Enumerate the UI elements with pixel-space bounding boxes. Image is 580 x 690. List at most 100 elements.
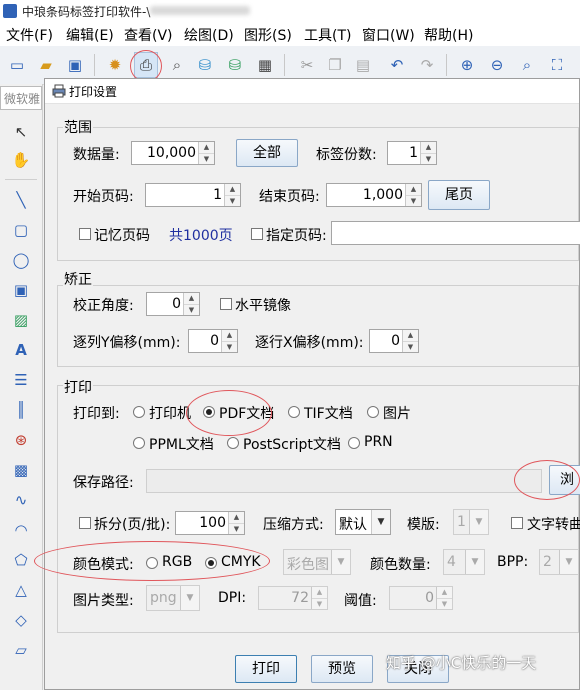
ellipse-icon[interactable]: ◯ <box>9 248 33 272</box>
compress-select[interactable]: 默认 ▼ <box>335 509 391 535</box>
radio-postscript-label: PostScript文档 <box>243 437 341 453</box>
gear-icon[interactable]: ✹ <box>106 56 124 74</box>
split-spinner[interactable]: 100 ▲ ▼ <box>175 511 245 535</box>
menu-file[interactable]: 文件(F) <box>6 25 53 45</box>
mirror-label: 水平镜像 <box>235 298 291 314</box>
copies-spinner[interactable]: 1 ▲ ▼ <box>387 141 437 165</box>
spinner-arrows[interactable]: ▲ ▼ <box>436 587 452 609</box>
qrcode-icon[interactable]: ⊛ <box>9 428 33 452</box>
specify-page-label: 指定页码: <box>266 228 327 244</box>
save-path-input[interactable] <box>146 469 542 493</box>
database-icon[interactable]: ⛁ <box>196 56 214 74</box>
radio-ppml-label: PPML文档 <box>149 437 214 453</box>
angle-spinner[interactable]: 0 ▲ ▼ <box>146 292 200 316</box>
color-count-select[interactable]: 4 ▼ <box>443 549 485 575</box>
diamond-icon[interactable]: ◇ <box>9 608 33 632</box>
image-type-value: png <box>150 590 177 606</box>
radio-tif[interactable] <box>288 406 300 418</box>
parallelogram-icon[interactable]: ▱ <box>9 638 33 662</box>
curve-icon[interactable]: ∿ <box>9 488 33 512</box>
x-offset-spinner[interactable]: 0 ▲ ▼ <box>369 329 419 353</box>
fullscreen-icon[interactable]: ⛶ <box>548 56 566 74</box>
zoom-fit-icon[interactable]: ⌕ <box>518 56 536 74</box>
radio-pdf[interactable] <box>203 406 215 418</box>
spinner-arrows[interactable]: ▲ ▼ <box>420 142 436 164</box>
barcode-icon[interactable]: ║ <box>9 398 33 422</box>
copy-icon[interactable]: ❐ <box>326 56 344 74</box>
pan-icon[interactable]: ✋ <box>9 148 33 172</box>
start-page-spinner[interactable]: 1 ▲ ▼ <box>145 183 241 207</box>
dpi-spinner[interactable]: 72 ▲ ▼ <box>258 586 328 610</box>
menu-edit[interactable]: 编辑(E) <box>66 25 114 45</box>
remember-page-checkbox[interactable] <box>79 228 91 240</box>
text-icon[interactable]: A <box>9 338 33 362</box>
datamatrix-icon[interactable]: ▩ <box>9 458 33 482</box>
paste-icon[interactable]: ▤ <box>354 56 372 74</box>
polygon-icon[interactable]: ⬠ <box>9 548 33 572</box>
app-title: 中琅条码标签打印软件-\ <box>22 5 151 19</box>
undo-icon[interactable]: ↶ <box>388 56 406 74</box>
print-button[interactable]: 打印 <box>235 655 297 683</box>
specify-page-checkbox[interactable] <box>251 228 263 240</box>
template-select[interactable]: 1 ▼ <box>453 509 489 535</box>
arc-icon[interactable]: ◠ <box>9 518 33 542</box>
grid-icon[interactable]: ▦ <box>256 56 274 74</box>
bpp-select[interactable]: 2 ▼ <box>539 549 579 575</box>
menu-tools[interactable]: 工具(T) <box>304 25 351 45</box>
line-icon[interactable]: ╲ <box>9 188 33 212</box>
all-button[interactable]: 全部 <box>236 139 298 167</box>
menu-draw[interactable]: 绘图(D) <box>184 25 234 45</box>
redo-icon[interactable]: ↷ <box>418 56 436 74</box>
split-checkbox[interactable] <box>79 517 91 529</box>
spinner-arrows[interactable]: ▲ ▼ <box>402 330 418 352</box>
open-folder-icon[interactable]: ▰ <box>37 56 55 74</box>
rectangle-icon[interactable]: ▢ <box>9 218 33 242</box>
image-icon[interactable]: ▣ <box>9 278 33 302</box>
specify-page-input[interactable] <box>331 221 580 245</box>
radio-printer[interactable] <box>133 406 145 418</box>
radio-image[interactable] <box>367 406 379 418</box>
menu-help[interactable]: 帮助(H) <box>424 25 473 45</box>
rich-text-icon[interactable]: ☰ <box>9 368 33 392</box>
spinner-arrows[interactable]: ▲ ▼ <box>221 330 237 352</box>
print-icon[interactable]: ⎙ <box>134 52 158 78</box>
zoom-out-icon[interactable]: ⊖ <box>488 56 506 74</box>
y-offset-spinner[interactable]: 0 ▲ ▼ <box>188 329 238 353</box>
print-preview-icon[interactable]: ⌕ <box>168 56 186 74</box>
picture-icon[interactable]: ▨ <box>9 308 33 332</box>
color-image-select[interactable]: 彩色图 ▼ <box>283 549 351 575</box>
image-type-select[interactable]: png ▼ <box>146 585 200 611</box>
data-count-spinner[interactable]: 10,000 ▲ ▼ <box>131 141 215 165</box>
mirror-checkbox[interactable] <box>220 298 232 310</box>
spinner-arrows[interactable]: ▲ ▼ <box>183 293 199 315</box>
dialog-title: 打印设置 <box>69 85 118 99</box>
end-page-spinner[interactable]: 1,000 ▲ ▼ <box>326 183 422 207</box>
copies-value: 1 <box>409 145 418 161</box>
radio-ppml[interactable] <box>133 437 145 449</box>
preview-button[interactable]: 预览 <box>311 655 373 683</box>
menu-shape[interactable]: 图形(S) <box>244 25 292 45</box>
window-icon[interactable]: ▭ <box>8 56 26 74</box>
save-icon[interactable]: ▣ <box>66 56 84 74</box>
cut-icon[interactable]: ✂ <box>298 56 316 74</box>
pointer-icon[interactable]: ↖ <box>9 120 33 144</box>
database-add-icon[interactable]: ⛁ <box>226 56 244 74</box>
threshold-spinner[interactable]: 0 ▲ ▼ <box>389 586 453 610</box>
radio-rgb[interactable] <box>146 557 158 569</box>
menu-window[interactable]: 窗口(W) <box>362 25 415 45</box>
spinner-arrows[interactable]: ▲ ▼ <box>228 512 244 534</box>
text-convert-checkbox[interactable] <box>511 517 523 529</box>
radio-cmyk[interactable] <box>205 557 217 569</box>
radio-postscript[interactable] <box>227 437 239 449</box>
radio-prn[interactable] <box>348 437 360 449</box>
font-tab[interactable]: 微软雅 <box>0 86 42 110</box>
menu-view[interactable]: 查看(V) <box>124 25 173 45</box>
triangle-icon[interactable]: △ <box>9 578 33 602</box>
spinner-arrows[interactable]: ▲ ▼ <box>405 184 421 206</box>
browse-button[interactable]: 浏 <box>549 465 580 495</box>
spinner-arrows[interactable]: ▲ ▼ <box>311 587 327 609</box>
spinner-arrows[interactable]: ▲ ▼ <box>224 184 240 206</box>
last-page-button[interactable]: 尾页 <box>428 180 490 210</box>
zoom-in-icon[interactable]: ⊕ <box>458 56 476 74</box>
spinner-arrows[interactable]: ▲ ▼ <box>198 142 214 164</box>
